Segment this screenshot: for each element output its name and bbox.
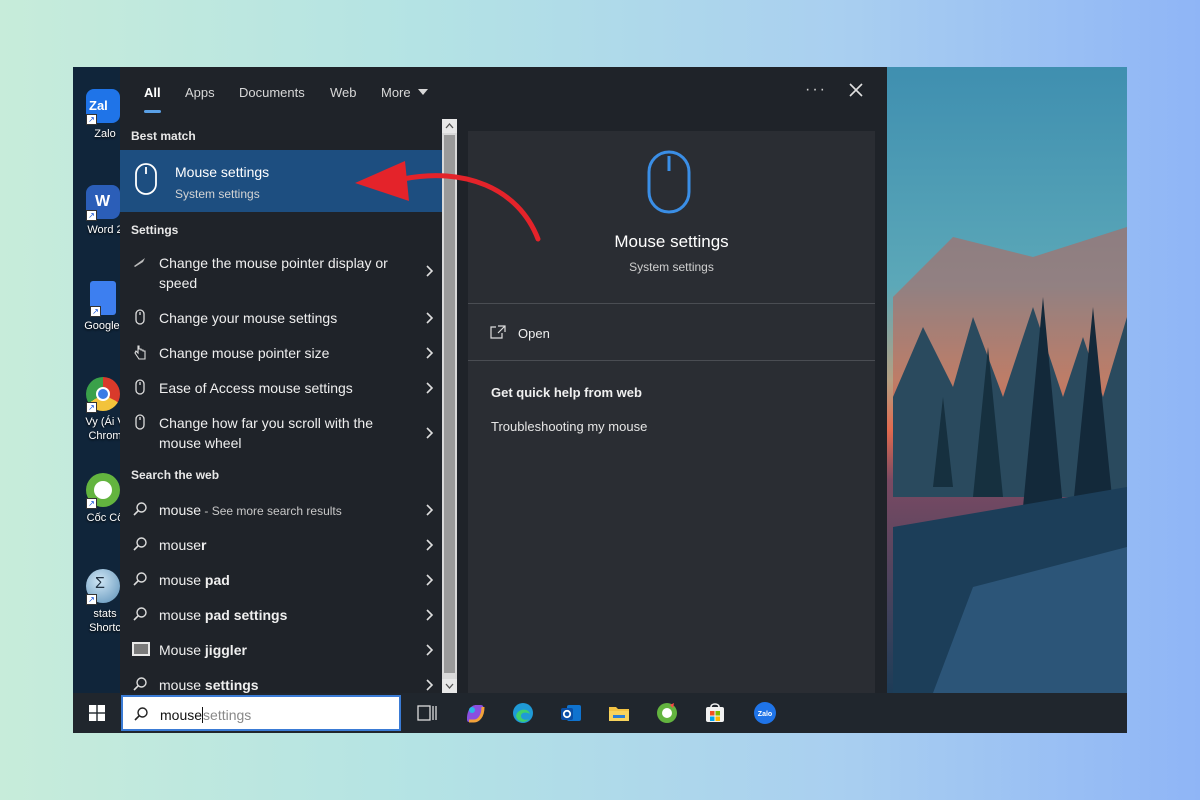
mouse-icon: [135, 163, 157, 195]
search-text: mousesettings: [160, 707, 251, 723]
settings-heading: Settings: [131, 223, 179, 237]
file-explorer-icon[interactable]: [607, 701, 631, 725]
chevron-right-icon: [426, 539, 434, 551]
thumbnail-icon: [132, 642, 150, 656]
taskbar: mousesettings Zalo: [73, 693, 1127, 733]
chevron-right-icon: [426, 679, 434, 691]
microsoft-store-icon[interactable]: [703, 701, 727, 725]
zalo-icon[interactable]: Zalo: [753, 701, 777, 725]
windows-start-icon[interactable]: [89, 705, 105, 721]
settings-result-item[interactable]: Change how far you scroll with the mouse …: [120, 413, 442, 453]
best-match-title: Mouse settings: [175, 164, 270, 180]
mouse-pointer-icon: [134, 258, 145, 267]
screen: Zal ↗ Zalo W ↗ Word 2 ↗ Google I ↗ Vy (Á…: [73, 67, 1127, 733]
chevron-right-icon: [426, 574, 434, 586]
detail-subtitle: System settings: [629, 260, 714, 274]
scroll-down-button[interactable]: [442, 679, 457, 693]
result-label: Change your mouse settings: [159, 310, 338, 326]
copilot-icon[interactable]: [463, 701, 487, 725]
chevron-up-icon: [445, 123, 454, 129]
chevron-right-icon: [426, 427, 434, 439]
more-options-button[interactable]: ···: [805, 81, 827, 99]
search-typed-text: mouse: [160, 707, 203, 723]
open-button[interactable]: Open: [490, 325, 550, 342]
result-label: mouser: [159, 537, 207, 553]
open-external-icon: [490, 325, 506, 339]
best-match-heading: Best match: [131, 129, 196, 143]
annotation-arrow: [355, 161, 541, 242]
result-label: Change how far you scroll with the mouse …: [159, 415, 373, 451]
search-icon: [133, 537, 147, 551]
settings-result-item[interactable]: Change mouse pointer size: [120, 343, 442, 363]
result-label: Change the mouse pointer display or speed: [159, 255, 388, 291]
result-label: mouse - See more search results: [159, 502, 342, 518]
chevron-right-icon: [426, 312, 434, 324]
result-label: Ease of Access mouse settings: [159, 380, 353, 396]
search-filter-tabs: All Apps Documents Web More ···: [120, 67, 887, 119]
chevron-right-icon: [426, 347, 434, 359]
web-heading: Search the web: [131, 468, 220, 482]
scroll-up-button[interactable]: [442, 119, 457, 133]
search-icon: [133, 502, 147, 516]
caret-down-icon: [418, 89, 429, 95]
search-autocomplete: settings: [203, 707, 252, 723]
mouse-icon: [647, 150, 691, 214]
result-label: Mouse jiggler: [159, 642, 247, 658]
word-icon: W ↗: [86, 185, 120, 221]
search-icon: [133, 607, 147, 621]
svg-text:Zalo: Zalo: [758, 711, 772, 718]
settings-result-item[interactable]: Change the mouse pointer display or speed: [120, 253, 442, 293]
tab-more-label: More: [381, 85, 411, 100]
tab-documents[interactable]: Documents: [239, 85, 305, 100]
stats-icon: Σ ↗: [86, 569, 120, 605]
hand-pointer-icon: [134, 345, 146, 360]
search-icon: [134, 707, 148, 721]
open-label: Open: [518, 326, 550, 341]
best-match-subtitle: System settings: [175, 187, 260, 201]
settings-result-item[interactable]: Ease of Access mouse settings: [120, 378, 442, 398]
troubleshooting-link[interactable]: Troubleshooting my mouse: [491, 419, 647, 434]
result-label: mouse pad: [159, 572, 230, 588]
result-label: mouse settings: [159, 677, 259, 693]
mouse-icon: [135, 414, 145, 430]
google-docs-icon: ↗: [90, 281, 116, 317]
coc-coc-icon: ↗: [86, 473, 120, 509]
divider: [468, 303, 875, 304]
task-view-icon[interactable]: [415, 701, 439, 725]
outlook-icon[interactable]: [559, 701, 583, 725]
result-label: mouse pad settings: [159, 607, 288, 623]
web-result-item[interactable]: Mouse jiggler: [120, 640, 442, 660]
web-result-item[interactable]: mouse pad: [120, 570, 442, 590]
chevron-right-icon: [426, 265, 434, 277]
mouse-icon: [135, 379, 145, 395]
search-icon: [133, 677, 147, 691]
taskbar-search-input[interactable]: mousesettings: [121, 695, 401, 731]
chevron-down-icon: [445, 683, 454, 689]
web-result-item[interactable]: mouse - See more search results: [120, 500, 442, 520]
result-label: Change mouse pointer size: [159, 345, 330, 361]
mouse-icon: [135, 309, 145, 325]
tab-apps[interactable]: Apps: [185, 85, 215, 100]
settings-result-item[interactable]: Change your mouse settings: [120, 308, 442, 328]
web-result-item[interactable]: mouser: [120, 535, 442, 555]
tab-all[interactable]: All: [144, 85, 161, 113]
quick-help-heading: Get quick help from web: [491, 385, 642, 400]
tab-web[interactable]: Web: [330, 85, 357, 100]
divider: [468, 360, 875, 361]
chrome-icon: ↗: [86, 377, 120, 413]
tab-more[interactable]: More: [381, 85, 429, 100]
chevron-right-icon: [426, 644, 434, 656]
web-result-item[interactable]: mouse settings: [120, 675, 442, 693]
chevron-right-icon: [426, 504, 434, 516]
coc-coc-icon[interactable]: [655, 701, 679, 725]
search-icon: [133, 572, 147, 586]
zalo-icon: Zal ↗: [86, 89, 120, 125]
edge-icon[interactable]: [511, 701, 535, 725]
chevron-right-icon: [426, 609, 434, 621]
chevron-right-icon: [426, 382, 434, 394]
close-icon[interactable]: [847, 81, 865, 99]
web-result-item[interactable]: mouse pad settings: [120, 605, 442, 625]
